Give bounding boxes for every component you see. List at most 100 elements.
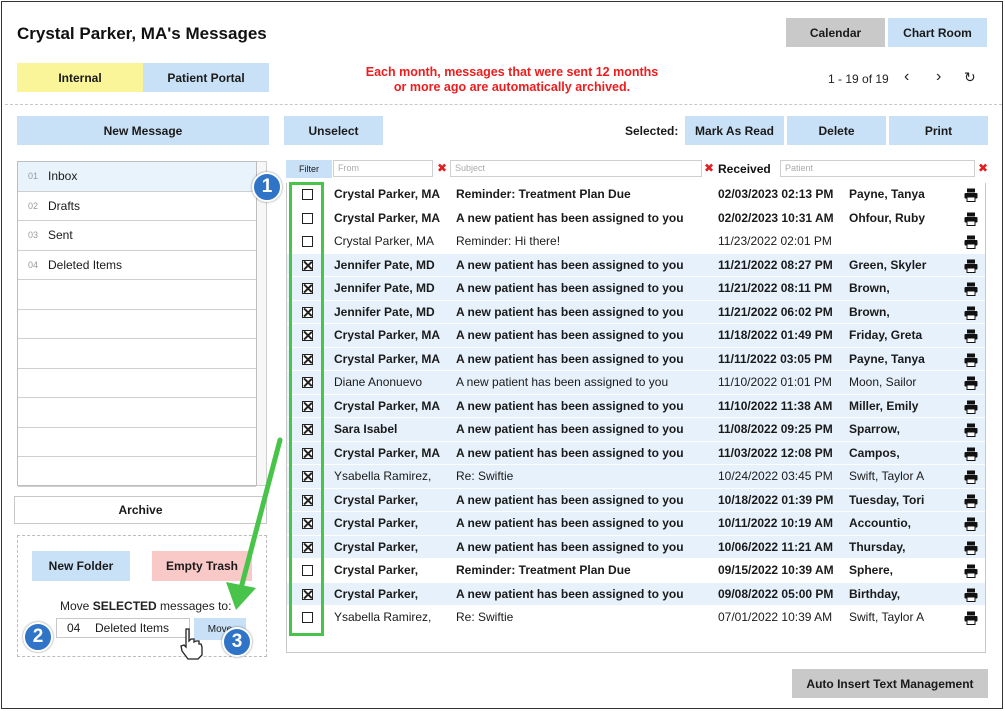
- message-from: Sara Isabel: [334, 422, 398, 436]
- table-row[interactable]: Jennifer Pate, MD A new patient has been …: [287, 300, 985, 324]
- clear-patient-filter-icon[interactable]: ✖: [978, 161, 988, 175]
- sidebar-item-drafts[interactable]: 02 Drafts: [18, 192, 256, 221]
- print-row-icon[interactable]: [964, 188, 978, 202]
- print-row-icon[interactable]: [964, 400, 978, 414]
- print-row-icon[interactable]: [964, 259, 978, 273]
- message-received: 02/03/2023 02:13 PM: [718, 187, 834, 201]
- sidebar-item-sent[interactable]: 03 Sent: [18, 221, 256, 251]
- table-row[interactable]: Crystal Parker, MA Reminder: Treatment Pl…: [287, 183, 985, 207]
- sidebar-item-deleted-items[interactable]: 04 Deleted Items: [18, 251, 256, 280]
- table-row[interactable]: Jennifer Pate, MD A new patient has been …: [287, 277, 985, 301]
- print-row-icon[interactable]: [964, 517, 978, 531]
- message-patient: Swift, Taylor A: [849, 469, 925, 483]
- unselect-button[interactable]: Unselect: [284, 116, 383, 145]
- table-row[interactable]: Ysabella Ramirez, Re: Swiftie 10/24/2022 0…: [287, 465, 985, 489]
- clear-subject-filter-icon[interactable]: ✖: [704, 161, 714, 175]
- message-subject: Reminder: Treatment Plan Due: [456, 563, 631, 577]
- print-row-icon[interactable]: [964, 494, 978, 508]
- message-subject: A new patient has been assigned to you: [456, 304, 684, 319]
- message-subject: Reminder: Hi there!: [456, 234, 561, 248]
- print-row-icon[interactable]: [964, 564, 978, 578]
- prev-page-icon[interactable]: ‹: [904, 68, 909, 86]
- message-from: Crystal Parker, MA: [334, 210, 441, 225]
- subject-filter-input[interactable]: Subject: [450, 160, 702, 177]
- refresh-icon[interactable]: ↻: [964, 69, 976, 86]
- table-row[interactable]: Crystal Parker, MA A new patient has been…: [287, 347, 985, 371]
- table-row[interactable]: Ysabella Ramirez, Re: Swiftie 07/01/2022 1…: [287, 606, 985, 630]
- move-destination-select[interactable]: 04 Deleted Items: [56, 618, 190, 638]
- print-row-icon[interactable]: [964, 470, 978, 484]
- message-from: Crystal Parker,: [334, 539, 419, 554]
- received-sort-header[interactable]: Received: [718, 162, 771, 176]
- table-row[interactable]: Crystal Parker, Reminder: Treatment Plan …: [287, 559, 985, 583]
- print-row-icon[interactable]: [964, 611, 978, 625]
- filter-button[interactable]: Filter: [286, 160, 332, 178]
- folder-label: Deleted Items: [48, 257, 123, 272]
- print-row-icon[interactable]: [964, 541, 978, 555]
- sidebar-item-inbox[interactable]: 01 Inbox: [18, 162, 256, 192]
- print-row-icon[interactable]: [964, 306, 978, 320]
- step-3-badge: 3: [222, 627, 252, 657]
- new-folder-button[interactable]: New Folder: [32, 551, 130, 581]
- table-row[interactable]: Crystal Parker, A new patient has been as…: [287, 512, 985, 536]
- tab-internal[interactable]: Internal: [17, 63, 143, 92]
- message-received: 11/23/2022 02:01 PM: [718, 234, 832, 248]
- print-row-icon[interactable]: [964, 423, 978, 437]
- folder-label: Drafts: [48, 198, 81, 213]
- table-row[interactable]: Crystal Parker, A new patient has been as…: [287, 535, 985, 559]
- table-row[interactable]: Crystal Parker, MA A new patient has been…: [287, 206, 985, 230]
- message-patient: Ohfour, Ruby: [849, 210, 925, 225]
- print-row-icon[interactable]: [964, 588, 978, 602]
- next-page-icon[interactable]: ›: [936, 68, 941, 86]
- new-message-button[interactable]: New Message: [17, 116, 269, 145]
- print-row-icon[interactable]: [964, 376, 978, 390]
- print-row-icon[interactable]: [964, 282, 978, 296]
- message-subject: A new patient has been assigned to you: [456, 445, 684, 460]
- table-row[interactable]: Crystal Parker, MA Reminder: Hi there! 11/…: [287, 230, 985, 254]
- message-subject: A new patient has been assigned to you: [456, 586, 684, 601]
- table-row[interactable]: Sara Isabel A new patient has been assign…: [287, 418, 985, 442]
- table-row[interactable]: Crystal Parker, MA A new patient has been…: [287, 394, 985, 418]
- message-subject: Re: Swiftie: [456, 469, 514, 483]
- table-row[interactable]: Crystal Parker, A new patient has been as…: [287, 488, 985, 512]
- message-received: 11/21/2022 06:02 PM: [718, 304, 833, 319]
- archive-notice-line1: Each month, messages that were sent 12 m…: [365, 65, 659, 79]
- print-button[interactable]: Print: [889, 116, 988, 145]
- message-patient: Miller, Emily: [849, 398, 919, 413]
- message-subject: A new patient has been assigned to you: [456, 328, 684, 342]
- message-from: Ysabella Ramirez,: [334, 469, 432, 483]
- print-row-icon[interactable]: [964, 353, 978, 367]
- table-row[interactable]: Jennifer Pate, MD A new patient has been …: [287, 253, 985, 277]
- empty-folder-slot: [18, 280, 256, 310]
- print-row-icon[interactable]: [964, 212, 978, 226]
- filter-bar: Filter From ✖ Subject ✖ Received Patient…: [286, 160, 988, 180]
- patient-filter-input[interactable]: Patient: [780, 160, 975, 177]
- calendar-button[interactable]: Calendar: [786, 18, 885, 47]
- delete-button[interactable]: Delete: [787, 116, 886, 145]
- table-row[interactable]: Crystal Parker, MA A new patient has been…: [287, 441, 985, 465]
- print-row-icon[interactable]: [964, 329, 978, 343]
- tab-patient-portal[interactable]: Patient Portal: [143, 63, 269, 92]
- mark-as-read-button[interactable]: Mark As Read: [685, 116, 784, 145]
- from-filter-input[interactable]: From: [333, 160, 433, 177]
- checkbox-column-highlight: [289, 182, 324, 636]
- message-patient: Tuesday, Tori: [849, 492, 925, 507]
- print-row-icon[interactable]: [964, 235, 978, 249]
- clear-from-filter-icon[interactable]: ✖: [437, 161, 447, 175]
- message-subject: A new patient has been assigned to you: [456, 539, 684, 554]
- message-subject: A new patient has been assigned to you: [456, 210, 684, 225]
- table-row[interactable]: Crystal Parker, MA A new patient has been…: [287, 324, 985, 348]
- chart-room-button[interactable]: Chart Room: [888, 18, 987, 47]
- message-from: Crystal Parker,: [334, 586, 419, 601]
- message-from: Crystal Parker, MA: [334, 234, 435, 248]
- move-selected-label: Move SELECTED messages to:: [60, 599, 231, 613]
- table-row[interactable]: Crystal Parker, A new patient has been as…: [287, 582, 985, 606]
- table-row[interactable]: Diane Anonuevo A new patient has been ass…: [287, 371, 985, 395]
- auto-insert-text-management-button[interactable]: Auto Insert Text Management: [792, 669, 988, 698]
- print-row-icon[interactable]: [964, 447, 978, 461]
- message-patient: Moon, Sailor: [849, 375, 917, 389]
- message-received: 02/02/2023 10:31 AM: [718, 210, 834, 225]
- messages-window: Crystal Parker, MA's Messages Calendar C…: [1, 1, 1003, 709]
- move-label-suffix: messages to:: [156, 599, 232, 613]
- message-received: 11/21/2022 08:27 PM: [718, 257, 833, 272]
